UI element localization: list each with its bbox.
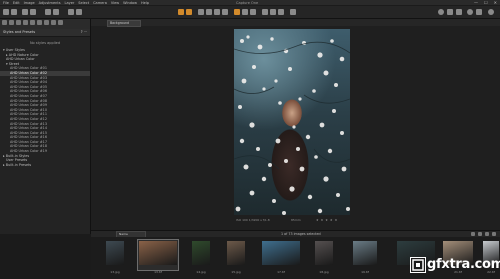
folder-icon[interactable]	[11, 9, 17, 15]
annotate-icon[interactable]	[290, 9, 296, 15]
thumbnail-caption: 18.jpg	[319, 270, 329, 274]
tab-metadata-icon[interactable]	[51, 20, 56, 25]
thumbnail[interactable]: 13.tif	[137, 239, 179, 274]
tab-color-icon[interactable]	[23, 20, 28, 25]
no-styles-label: No styles applied	[29, 41, 61, 45]
thumbnail[interactable]: 13.jpg	[106, 241, 124, 274]
styles-tree: ▾ User Styles ▸ AHD Nature Color AHD Urban…	[0, 48, 90, 167]
viewer-mode-icon[interactable]	[447, 9, 453, 15]
proof-icon[interactable]	[476, 9, 482, 15]
tab-exposure-icon[interactable]	[30, 20, 35, 25]
undo-icon[interactable]	[45, 9, 51, 15]
reset-icon[interactable]	[76, 9, 82, 15]
browser-bar: Name 1 of 73 images selected	[91, 230, 500, 238]
keystone-tool-icon[interactable]	[214, 9, 220, 15]
thumbnail-caption: 17.tif	[277, 270, 285, 274]
browser-tools	[471, 232, 496, 236]
redo-icon[interactable]	[53, 9, 59, 15]
tab-capture-icon[interactable]	[9, 20, 14, 25]
brush-tool-icon[interactable]	[234, 9, 240, 15]
toolbar	[0, 6, 500, 19]
thumbnail-image[interactable]	[139, 241, 177, 265]
thumbnail-caption: 15.jpg	[231, 270, 241, 274]
thumbnail[interactable]: 18.jpg	[315, 241, 333, 274]
gradient-tool-icon[interactable]	[250, 9, 256, 15]
tab-lens-icon[interactable]	[16, 20, 21, 25]
exposure-warning-icon[interactable]	[467, 9, 473, 15]
browser-options-icon[interactable]	[492, 232, 496, 236]
tool-tabs	[0, 19, 90, 29]
thumbnail[interactable]: 14.jpg	[192, 241, 210, 274]
star-rating[interactable]: ★ ★ ★ ★ ★	[316, 217, 338, 223]
tab-output-icon[interactable]	[58, 20, 63, 25]
panel-options-icon[interactable]: ? ···	[81, 29, 87, 36]
thumbnail-size-icon[interactable]	[485, 232, 489, 236]
eraser-tool-icon[interactable]	[242, 9, 248, 15]
picker-tool-icon[interactable]	[262, 9, 268, 15]
thumbnail-caption: 19.tif	[361, 270, 369, 274]
copy-adjust-icon[interactable]	[270, 9, 276, 15]
background-select[interactable]: Background	[107, 20, 141, 27]
crop-tool-icon[interactable]	[198, 9, 204, 15]
tab-details-icon[interactable]	[37, 20, 42, 25]
auto-adjust-icon[interactable]	[68, 9, 74, 15]
thumbnail-image[interactable]	[192, 241, 210, 265]
blossom-overlay	[234, 35, 350, 215]
photo-info-bar: ISO 100 1/3200 s f/1.8 85mm ★ ★ ★ ★ ★	[234, 217, 350, 223]
pan-tool-icon[interactable]	[186, 9, 192, 15]
thumbnail-caption: 14.jpg	[196, 270, 206, 274]
styles-presets-header[interactable]: Styles and Presets ? ···	[0, 29, 90, 37]
straighten-tool-icon[interactable]	[206, 9, 212, 15]
cursor-tool-icon[interactable]	[178, 9, 184, 15]
main-photo[interactable]	[234, 29, 350, 215]
tools-panel: Styles and Presets ? ··· No styles appli…	[0, 19, 91, 234]
thumbnail-caption: 13.tif	[154, 270, 162, 274]
filter-icon[interactable]	[471, 232, 475, 236]
thumbnail-image[interactable]	[262, 241, 300, 265]
watermark-logo: gfxtra.com	[410, 255, 500, 275]
export-icon[interactable]	[30, 9, 36, 15]
watermark-text: gfxtra.com	[427, 257, 500, 272]
thumbnail[interactable]: 17.tif	[262, 241, 300, 274]
tab-library-icon[interactable]	[2, 20, 7, 25]
thumbnail-image[interactable]	[315, 241, 333, 265]
apply-adjust-icon[interactable]	[278, 9, 284, 15]
thumbnail-image[interactable]	[353, 241, 377, 265]
spot-removal-icon[interactable]	[222, 9, 228, 15]
style-tree-item[interactable]: ▸ Built-in Presets	[0, 163, 90, 168]
viewer-bar: Background	[91, 19, 500, 27]
viewer: Background ISO 100 1/3200 s f/1.8 85mm ★…	[91, 19, 500, 230]
compare-icon[interactable]	[456, 9, 462, 15]
thumbnail-image[interactable]	[227, 241, 245, 265]
grid-view-icon[interactable]	[438, 9, 444, 15]
logo-mark-icon	[410, 257, 426, 273]
tab-adjustments-icon[interactable]	[44, 20, 49, 25]
thumbnail-image[interactable]	[106, 241, 124, 265]
thumbnail[interactable]: 19.tif	[353, 241, 377, 274]
process-icon[interactable]	[22, 9, 28, 15]
focal-info: 85mm	[291, 218, 301, 222]
search-icon[interactable]	[478, 232, 482, 236]
thumbnail-caption: 13.jpg	[110, 270, 120, 274]
panel-title: Styles and Presets	[3, 30, 36, 34]
import-icon[interactable]	[3, 9, 9, 15]
exif-info: ISO 100 1/3200 s f/1.8	[236, 218, 270, 222]
thumbnail[interactable]: 15.jpg	[227, 241, 245, 274]
help-icon[interactable]	[488, 9, 494, 15]
